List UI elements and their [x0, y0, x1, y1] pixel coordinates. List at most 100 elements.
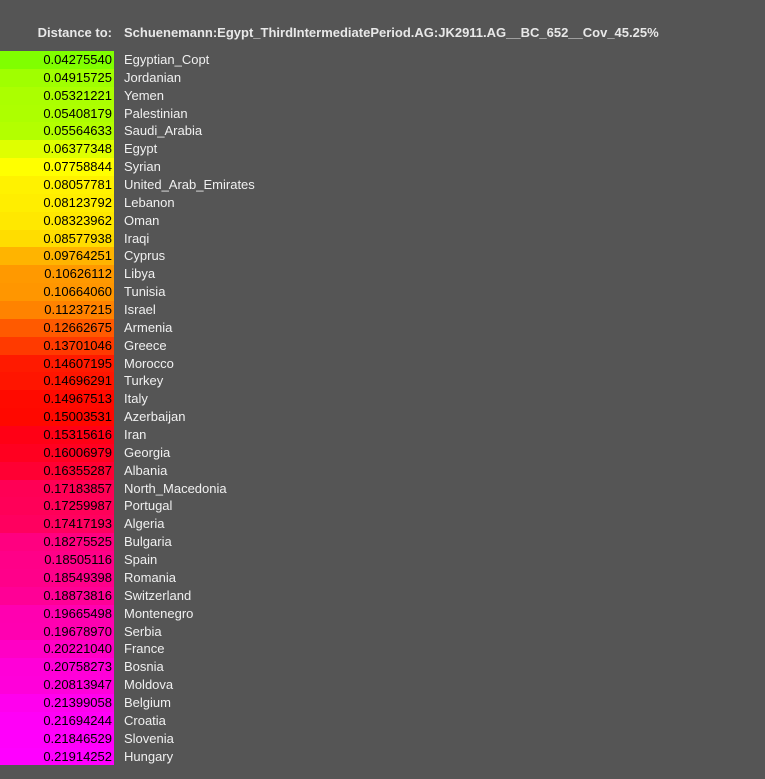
distance-row: 0.05408179 Palestinian — [0, 104, 765, 123]
distance-row: 0.21846529 Slovenia — [0, 729, 765, 748]
distance-row: 0.14696291 Turkey — [0, 372, 765, 391]
distance-row: 0.18549398 Romania — [0, 568, 765, 587]
distance-value: 0.08323962 — [0, 211, 114, 230]
distance-value: 0.20813947 — [0, 676, 114, 694]
distance-row: 0.08577938 Iraqi — [0, 229, 765, 248]
distance-value: 0.18549398 — [0, 568, 114, 587]
distance-value: 0.20221040 — [0, 640, 114, 659]
distance-value: 0.21846529 — [0, 729, 114, 748]
distance-row: 0.08057781 United_Arab_Emirates — [0, 176, 765, 194]
population-name: Saudi_Arabia — [124, 123, 203, 139]
distance-row: 0.09764251 Cyprus — [0, 247, 765, 266]
population-name: Palestinian — [124, 105, 188, 121]
distance-row: 0.21694244 Croatia — [0, 711, 765, 730]
population-name: Albania — [124, 462, 168, 478]
distance-value: 0.19678970 — [0, 622, 114, 641]
distance-row: 0.04275540 Egyptian_Copt — [0, 51, 765, 69]
distance-value: 0.19665498 — [0, 604, 114, 623]
population-name: Switzerland — [124, 587, 192, 603]
distance-value: 0.10664060 — [0, 283, 114, 302]
population-name: Slovenia — [124, 730, 174, 746]
distance-value: 0.04915725 — [0, 68, 114, 87]
distance-row: 0.17183857 North_Macedonia — [0, 479, 765, 498]
population-name: Serbia — [124, 623, 162, 639]
population-name: France — [124, 641, 165, 657]
distance-value: 0.09764251 — [0, 247, 114, 266]
distance-value: 0.14967513 — [0, 390, 114, 409]
distance-row: 0.15315616 Iran — [0, 426, 765, 444]
distance-value: 0.14607195 — [0, 354, 114, 373]
population-name: Libya — [124, 266, 156, 282]
distance-row: 0.21914252 Hungary — [0, 747, 765, 766]
distance-value: 0.05321221 — [0, 86, 114, 105]
distance-value: 0.06377348 — [0, 140, 114, 159]
distance-value: 0.15003531 — [0, 408, 114, 427]
distance-value: 0.14696291 — [0, 372, 114, 391]
population-name: Jordanian — [124, 69, 182, 85]
distance-row: 0.06377348 Egypt — [0, 140, 765, 159]
distance-row: 0.15003531 Azerbaijan — [0, 408, 765, 427]
distance-value: 0.21399058 — [0, 693, 114, 712]
distance-value: 0.17183857 — [0, 479, 114, 498]
population-name: Tunisia — [124, 284, 166, 300]
population-name: Morocco — [124, 355, 174, 371]
distance-row: 0.20813947 Moldova — [0, 676, 765, 694]
distance-row: 0.05321221 Yemen — [0, 86, 765, 105]
distance-label: Distance to: — [37, 25, 112, 40]
distance-value: 0.11237215 — [0, 301, 114, 319]
population-name: Croatia — [124, 712, 166, 728]
distance-row: 0.19665498 Montenegro — [0, 604, 765, 623]
distance-value: 0.20758273 — [0, 658, 114, 677]
population-name: North_Macedonia — [124, 480, 227, 496]
distance-value: 0.07758844 — [0, 158, 114, 177]
population-name: Bulgaria — [124, 534, 172, 550]
distance-value: 0.17259987 — [0, 497, 114, 516]
distance-value: 0.18505116 — [0, 551, 114, 569]
population-name: Greece — [124, 337, 167, 353]
distance-row: 0.20758273 Bosnia — [0, 658, 765, 677]
distance-value: 0.04275540 — [0, 51, 114, 69]
population-name: Yemen — [124, 87, 164, 103]
population-name: Bosnia — [124, 659, 164, 675]
distance-row: 0.04915725 Jordanian — [0, 68, 765, 87]
population-name: Georgia — [124, 444, 171, 460]
distance-value: 0.13701046 — [0, 336, 114, 355]
population-name: Egyptian_Copt — [124, 52, 210, 67]
population-name: Egypt — [124, 141, 158, 157]
population-name: Hungary — [124, 748, 174, 764]
distance-value: 0.05408179 — [0, 104, 114, 123]
distance-row: 0.11237215 Israel — [0, 301, 765, 319]
population-name: Iran — [124, 427, 147, 443]
distance-row: 0.17417193 Algeria — [0, 515, 765, 534]
population-name: Oman — [124, 212, 160, 228]
distance-value: 0.10626112 — [0, 265, 114, 284]
distance-value: 0.12662675 — [0, 318, 114, 337]
distance-value: 0.18275525 — [0, 533, 114, 552]
distance-row: 0.10626112 Libya — [0, 265, 765, 284]
distance-value: 0.15315616 — [0, 426, 114, 444]
distance-row: 0.10664060 Tunisia — [0, 283, 765, 302]
distance-value: 0.18873816 — [0, 586, 114, 605]
population-name: Iraqi — [124, 230, 150, 246]
distance-row: 0.18505116 Spain — [0, 551, 765, 569]
distance-value: 0.16355287 — [0, 461, 114, 480]
target-sample-name: Schuenemann:Egypt_ThirdIntermediatePerio… — [124, 25, 659, 40]
population-name: Portugal — [124, 498, 173, 514]
distance-row: 0.13701046 Greece — [0, 336, 765, 355]
distance-row: 0.05564633 Saudi_Arabia — [0, 122, 765, 141]
population-name: Syrian — [124, 159, 161, 175]
distance-row: 0.14607195 Morocco — [0, 354, 765, 373]
distance-row: 0.17259987 Portugal — [0, 497, 765, 516]
population-name: Montenegro — [124, 605, 194, 621]
distance-row: 0.20221040 France — [0, 640, 765, 659]
distance-row: 0.12662675 Armenia — [0, 318, 765, 337]
distance-row: 0.19678970 Serbia — [0, 622, 765, 641]
distance-row: 0.18275525 Bulgaria — [0, 533, 765, 552]
distance-value: 0.08123792 — [0, 193, 114, 212]
distance-row: 0.08123792 Lebanon — [0, 193, 765, 212]
distance-row: 0.18873816 Switzerland — [0, 586, 765, 605]
population-name: Lebanon — [124, 194, 175, 210]
distance-value: 0.16006979 — [0, 443, 114, 462]
distance-row: 0.16355287 Albania — [0, 461, 765, 480]
population-name: Azerbaijan — [124, 409, 186, 425]
